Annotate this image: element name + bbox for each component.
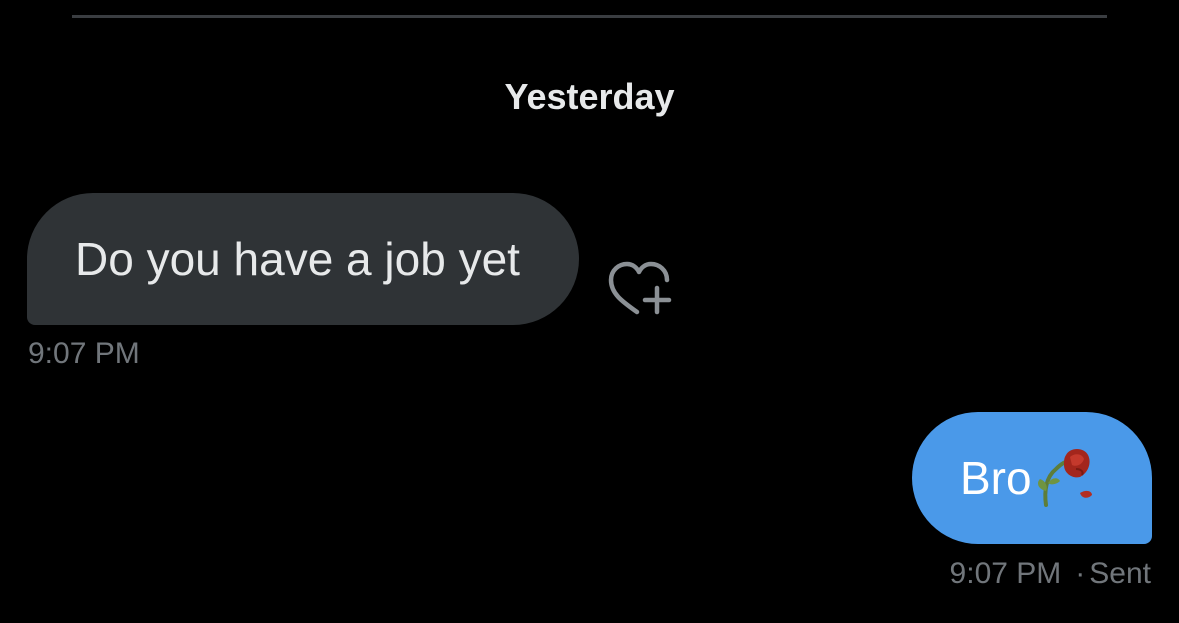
outgoing-message-bubble[interactable]: Bro [912, 412, 1152, 544]
outgoing-message-meta: 9:07 PM · Sent [950, 556, 1151, 592]
incoming-message-text: Do you have a job yet [75, 233, 520, 285]
message-status: Sent [1089, 557, 1151, 590]
add-reaction-button[interactable] [603, 258, 675, 320]
incoming-message-time: 9:07 PM [28, 337, 140, 370]
outgoing-message-time: 9:07 PM [949, 557, 1062, 590]
meta-separator: · [1075, 557, 1086, 590]
wilted-flower-icon [1036, 447, 1094, 509]
heart-plus-icon [608, 261, 672, 315]
date-header: Yesterday [504, 76, 675, 117]
incoming-message-bubble[interactable]: Do you have a job yet [27, 193, 579, 325]
top-divider [72, 15, 1107, 18]
outgoing-message-text: Bro [960, 452, 1032, 504]
